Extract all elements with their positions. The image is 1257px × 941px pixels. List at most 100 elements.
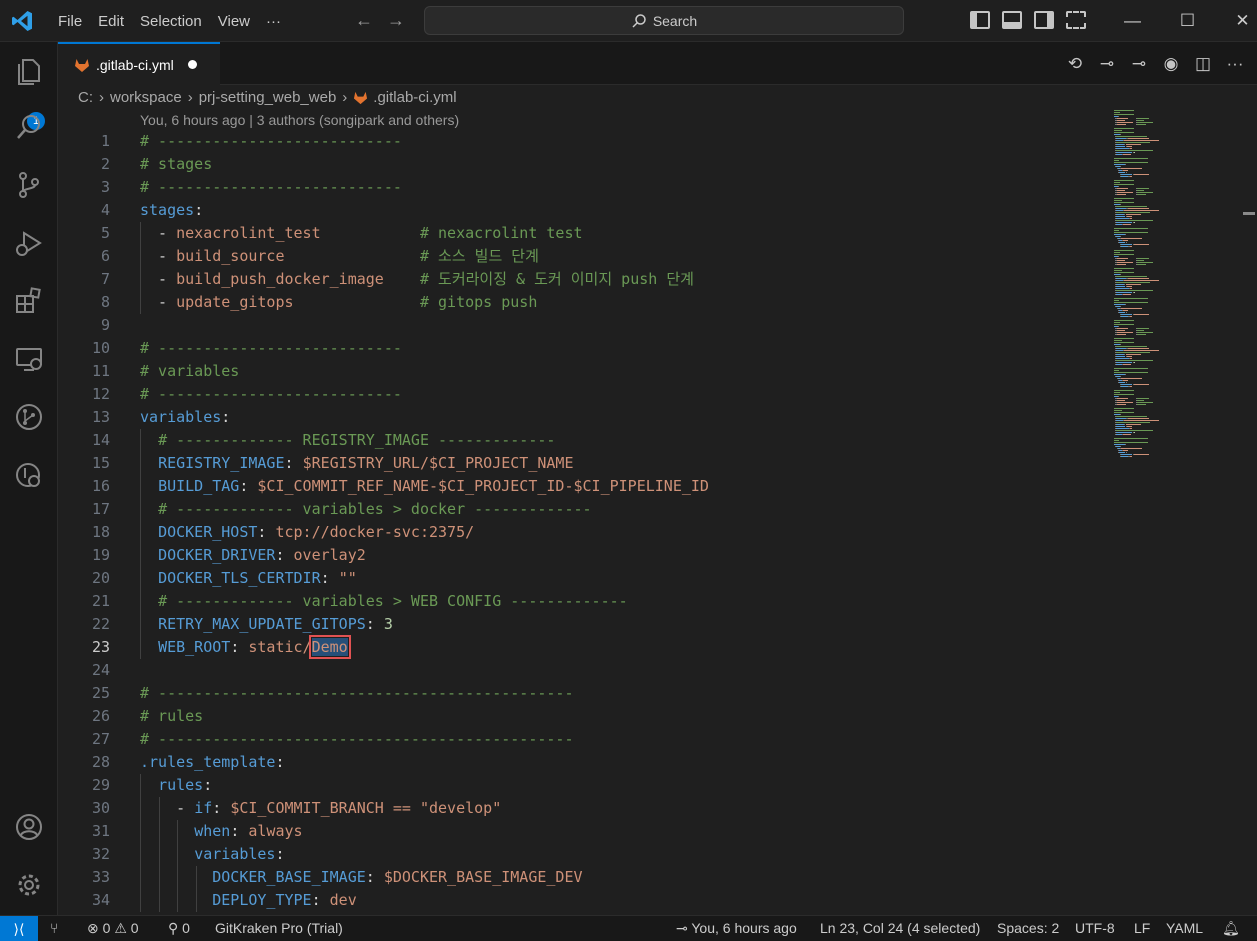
status-blame[interactable]: ⊸ You, 6 hours ago xyxy=(676,920,797,937)
code-line[interactable]: 11 # variables xyxy=(58,360,1108,383)
code-line[interactable]: 8 - update_gitops # gitops push xyxy=(58,291,1108,314)
code-token: : xyxy=(365,868,384,886)
code-line[interactable]: 30 - if: $CI_COMMIT_BRANCH == "develop" xyxy=(58,797,1108,820)
code-line[interactable]: 32 variables: xyxy=(58,843,1108,866)
code-line[interactable]: 1 # --------------------------- xyxy=(58,130,1108,153)
status-encoding[interactable]: UTF-8 xyxy=(1075,920,1115,936)
back-arrow-icon[interactable]: ← xyxy=(355,10,373,31)
code-line[interactable]: 23 WEB_ROOT: static/Demo xyxy=(58,635,1108,659)
minimap-stroke xyxy=(1116,276,1148,277)
menu-view[interactable]: View xyxy=(210,13,258,30)
code-line[interactable]: 12 # --------------------------- xyxy=(58,383,1108,406)
menu-more[interactable]: ··· xyxy=(258,13,289,30)
close-icon[interactable]: ✕ xyxy=(1215,0,1257,42)
toggle-primary-sidebar-icon[interactable] xyxy=(970,11,990,29)
code-line[interactable]: 24 xyxy=(58,659,1108,682)
code-line[interactable]: 20 DOCKER_TLS_CERTDIR: "" xyxy=(58,567,1108,590)
open-changes-icon[interactable]: ⟲ xyxy=(1065,54,1085,74)
code-line[interactable]: 2 # stages xyxy=(58,153,1108,176)
toggle-panel-icon[interactable] xyxy=(1002,11,1022,29)
gitlens-icon[interactable] xyxy=(14,460,44,490)
code-line[interactable]: 10 # --------------------------- xyxy=(58,337,1108,360)
code-line[interactable]: 29 rules: xyxy=(58,774,1108,797)
search-view-icon[interactable] xyxy=(14,112,44,142)
gitkraken-icon[interactable] xyxy=(14,402,44,432)
code-line[interactable]: 3 # --------------------------- xyxy=(58,176,1108,199)
code-line[interactable]: 4 stages: xyxy=(58,199,1108,222)
minimap-stroke xyxy=(1136,328,1150,329)
previous-revision-icon[interactable]: ⊸ xyxy=(1097,54,1117,74)
code-line[interactable]: 19 DOCKER_DRIVER: overlay2 xyxy=(58,544,1108,567)
breadcrumb-project[interactable]: prj-setting_web_web xyxy=(199,89,337,106)
breadcrumb-drive[interactable]: C: xyxy=(78,89,93,106)
code-line[interactable]: 33 DOCKER_BASE_IMAGE: $DOCKER_BASE_IMAGE… xyxy=(58,866,1108,889)
command-center-search[interactable]: Search xyxy=(424,6,904,35)
remote-explorer-icon[interactable] xyxy=(14,344,44,374)
code-token: # --------------------------- xyxy=(140,385,402,403)
breadcrumb-workspace[interactable]: workspace xyxy=(110,89,182,106)
code-line[interactable]: 28 .rules_template: xyxy=(58,751,1108,774)
status-language[interactable]: YAML xyxy=(1166,920,1203,936)
explorer-icon[interactable] xyxy=(14,56,44,86)
menu-edit[interactable]: Edit xyxy=(90,13,132,30)
status-gitkraken[interactable]: GitKraken Pro (Trial) xyxy=(215,920,343,936)
ports-indicator[interactable]: ⚲ 0 xyxy=(168,920,190,937)
gitlens-inspect-icon[interactable]: ◉ xyxy=(1161,54,1181,74)
code-editor[interactable]: 1 # --------------------------- 2 # stages 3… xyxy=(58,130,1108,915)
more-actions-icon[interactable]: ··· xyxy=(1225,54,1245,74)
code-line[interactable]: 15 REGISTRY_IMAGE: $REGISTRY_URL/$CI_PRO… xyxy=(58,452,1108,475)
toggle-secondary-sidebar-icon[interactable] xyxy=(1034,11,1054,29)
branch-icon[interactable]: ⑂ xyxy=(50,920,58,936)
line-number: 24 xyxy=(91,661,110,679)
code-line[interactable]: 16 BUILD_TAG: $CI_COMMIT_REF_NAME-$CI_PR… xyxy=(58,475,1108,498)
code-token: DOCKER_DRIVER xyxy=(158,546,276,564)
accounts-icon[interactable] xyxy=(14,812,44,842)
tab-gitlab-ci[interactable]: .gitlab-ci.yml xyxy=(58,42,220,85)
source-control-icon[interactable] xyxy=(14,170,44,200)
split-editor-icon[interactable]: ◫ xyxy=(1193,54,1213,74)
code-line[interactable]: 26 # rules xyxy=(58,705,1108,728)
remote-indicator-icon[interactable]: ⟩⟨ xyxy=(0,916,38,941)
customize-layout-icon[interactable] xyxy=(1066,11,1086,29)
maximize-icon[interactable]: ☐ xyxy=(1160,0,1215,42)
menu-file[interactable]: File xyxy=(50,13,90,30)
search-label: Search xyxy=(652,12,698,29)
antenna-icon: ⚲ xyxy=(168,920,179,936)
code-line[interactable]: 13 variables: xyxy=(58,406,1108,429)
code-line[interactable]: 34 DEPLOY_TYPE: dev xyxy=(58,889,1108,912)
code-line[interactable]: 18 DOCKER_HOST: tcp://docker-svc:2375/ xyxy=(58,521,1108,544)
code-line[interactable]: 21 # ------------- variables > WEB CONFI… xyxy=(58,590,1108,613)
minimap[interactable] xyxy=(1112,110,1232,470)
status-cursor-position[interactable]: Ln 23, Col 24 (4 selected) xyxy=(820,920,980,936)
code-line[interactable]: 31 when: always xyxy=(58,820,1108,843)
code-line[interactable]: 6 - build_source # 소스 빌드 단계 xyxy=(58,245,1108,268)
next-revision-icon[interactable]: ⊸ xyxy=(1129,54,1149,74)
code-line[interactable]: 17 # ------------- variables > docker --… xyxy=(58,498,1108,521)
line-number: 28 xyxy=(91,753,110,771)
scrollbar-cursor-marker xyxy=(1243,212,1255,215)
problems-indicator[interactable]: ⊗ 0 ⚠ 0 xyxy=(87,920,139,937)
forward-arrow-icon[interactable]: → xyxy=(387,10,405,31)
status-eol[interactable]: LF xyxy=(1134,920,1150,936)
codelens-blame[interactable]: You, 6 hours ago | 3 authors (songipark … xyxy=(140,112,459,128)
code-line[interactable]: 22 RETRY_MAX_UPDATE_GITOPS: 3 xyxy=(58,613,1108,636)
minimap-stroke xyxy=(1129,456,1132,457)
run-debug-icon[interactable] xyxy=(14,228,44,258)
minimap-stroke xyxy=(1116,328,1128,329)
unsaved-dot-icon[interactable] xyxy=(187,60,197,69)
status-indentation[interactable]: Spaces: 2 xyxy=(997,920,1059,936)
menu-selection[interactable]: Selection xyxy=(132,13,210,30)
notifications-bell-icon[interactable]: 🔔︎ xyxy=(1222,920,1240,937)
code-line[interactable]: 27 # ------------------------------------… xyxy=(58,728,1108,751)
code-line[interactable]: 25 # ------------------------------------… xyxy=(58,682,1108,705)
code-line[interactable]: 14 # ------------- REGISTRY_IMAGE ------… xyxy=(58,429,1108,452)
code-line[interactable]: 9 xyxy=(58,314,1108,337)
code-line[interactable]: 7 - build_push_docker_image # 도커라이징 & 도커… xyxy=(58,268,1108,291)
code-token: : xyxy=(221,408,231,426)
minimize-icon[interactable]: — xyxy=(1105,0,1160,42)
minimap-stroke xyxy=(1114,410,1122,411)
settings-gear-icon[interactable] xyxy=(14,870,44,900)
breadcrumb-file[interactable]: .gitlab-ci.yml xyxy=(373,89,456,106)
code-line[interactable]: 5 - nexacrolint_test # nexacrolint test xyxy=(58,222,1108,245)
extensions-icon[interactable] xyxy=(14,286,44,316)
